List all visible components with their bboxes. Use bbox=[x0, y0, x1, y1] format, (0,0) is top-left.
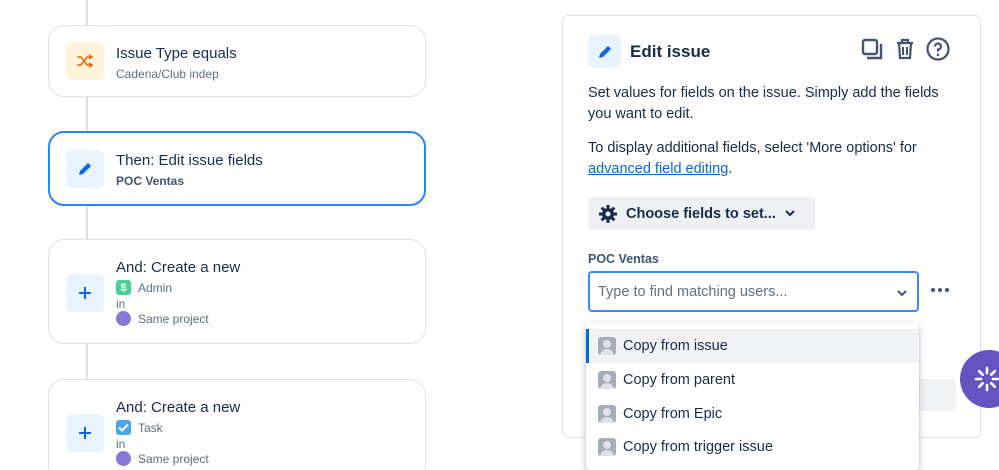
panel-description: Set values for fields on the issue. Simp… bbox=[588, 85, 939, 122]
issue-type-label: Admin bbox=[138, 280, 173, 295]
input-placeholder: Type to find matching users... bbox=[598, 283, 788, 300]
issue-type-label: Task bbox=[138, 420, 163, 435]
plus-icon bbox=[66, 274, 104, 312]
rule-card-condition[interactable]: Issue Type equals Cadena/Club indep bbox=[48, 25, 426, 97]
flow-connector bbox=[86, 205, 88, 240]
shuffle-icon bbox=[66, 42, 104, 80]
project-avatar-icon bbox=[116, 451, 131, 466]
spinner-icon bbox=[974, 366, 999, 392]
project-label: Same project bbox=[138, 451, 209, 466]
rule-subtitle: POC Ventas bbox=[116, 174, 185, 188]
rule-subtitle: Cadena/Club indep bbox=[116, 67, 219, 81]
period: . bbox=[728, 161, 733, 177]
project-avatar-icon bbox=[116, 311, 131, 326]
flow-connector bbox=[86, 344, 88, 380]
rule-title: And: Create a new bbox=[116, 259, 241, 276]
user-avatar-icon bbox=[598, 337, 616, 355]
dollar-icon: $ bbox=[116, 280, 131, 295]
issue-type-line: $ Admin bbox=[116, 280, 172, 295]
chevron-down-icon[interactable] bbox=[897, 285, 907, 301]
menu-option-label: Copy from trigger issue bbox=[623, 439, 773, 455]
menu-option-copy-from-epic[interactable]: Copy from Epic bbox=[586, 397, 919, 431]
panel-action-button[interactable] bbox=[918, 379, 956, 411]
delete-button[interactable] bbox=[892, 38, 918, 64]
checkbox-icon bbox=[116, 420, 131, 435]
gear-icon bbox=[598, 204, 618, 224]
help-button[interactable] bbox=[925, 36, 951, 66]
more-options-text: To display additional fields, select 'Mo… bbox=[588, 140, 917, 156]
rule-title: And: Create a new bbox=[116, 399, 241, 416]
user-options-menu: Copy from issue Copy from parent Copy fr… bbox=[586, 322, 919, 470]
menu-option-label: Copy from issue bbox=[623, 338, 728, 354]
flow-connector bbox=[86, 97, 88, 132]
more-options-button[interactable] bbox=[927, 278, 953, 302]
rule-title: Issue Type equals bbox=[116, 45, 237, 62]
field-label: POC Ventas bbox=[588, 252, 659, 266]
rule-title: Then: Edit issue fields bbox=[116, 152, 263, 169]
pencil-icon bbox=[66, 150, 104, 188]
in-label: in bbox=[116, 297, 126, 311]
choose-fields-label: Choose fields to set... bbox=[626, 205, 776, 222]
duplicate-button[interactable] bbox=[859, 38, 885, 64]
ellipsis-dot bbox=[938, 288, 942, 292]
duplicate-icon bbox=[861, 38, 883, 65]
ellipsis-dot bbox=[945, 288, 949, 292]
rule-card-create-admin[interactable]: And: Create a new $ Admin in Same projec… bbox=[48, 239, 426, 344]
help-icon bbox=[926, 36, 950, 66]
chevron-down-icon bbox=[785, 210, 795, 217]
issue-type-line: Task bbox=[116, 420, 163, 435]
menu-option-label: Copy from Epic bbox=[623, 406, 723, 422]
advanced-field-editing-link[interactable]: advanced field editing bbox=[588, 161, 728, 177]
ellipsis-icon bbox=[931, 288, 935, 292]
project-label: Same project bbox=[138, 311, 209, 326]
project-line: Same project bbox=[116, 311, 209, 326]
menu-option-copy-from-trigger-issue[interactable]: Copy from trigger issue bbox=[586, 430, 919, 464]
project-line: Same project bbox=[116, 451, 209, 466]
user-avatar-icon bbox=[598, 438, 616, 456]
panel-title: Edit issue bbox=[630, 42, 711, 61]
panel-more-text: To display additional fields, select 'Mo… bbox=[588, 138, 958, 180]
flow-connector bbox=[86, 0, 88, 25]
pencil-icon bbox=[588, 35, 621, 68]
rule-card-create-task[interactable]: And: Create a new Task in Same project bbox=[48, 379, 426, 470]
user-search-input[interactable]: Type to find matching users... bbox=[588, 271, 919, 312]
choose-fields-button[interactable]: Choose fields to set... bbox=[588, 197, 815, 230]
rule-card-edit-fields[interactable]: Then: Edit issue fields POC Ventas bbox=[48, 131, 426, 206]
user-avatar-icon bbox=[598, 371, 616, 389]
trash-icon bbox=[895, 38, 915, 65]
user-avatar-icon bbox=[598, 405, 616, 423]
in-label: in bbox=[116, 437, 126, 451]
plus-icon bbox=[66, 414, 104, 452]
menu-option-label: Copy from parent bbox=[623, 372, 736, 388]
menu-option-copy-from-parent[interactable]: Copy from parent bbox=[586, 363, 919, 397]
menu-option-copy-from-issue[interactable]: Copy from issue bbox=[586, 329, 919, 363]
